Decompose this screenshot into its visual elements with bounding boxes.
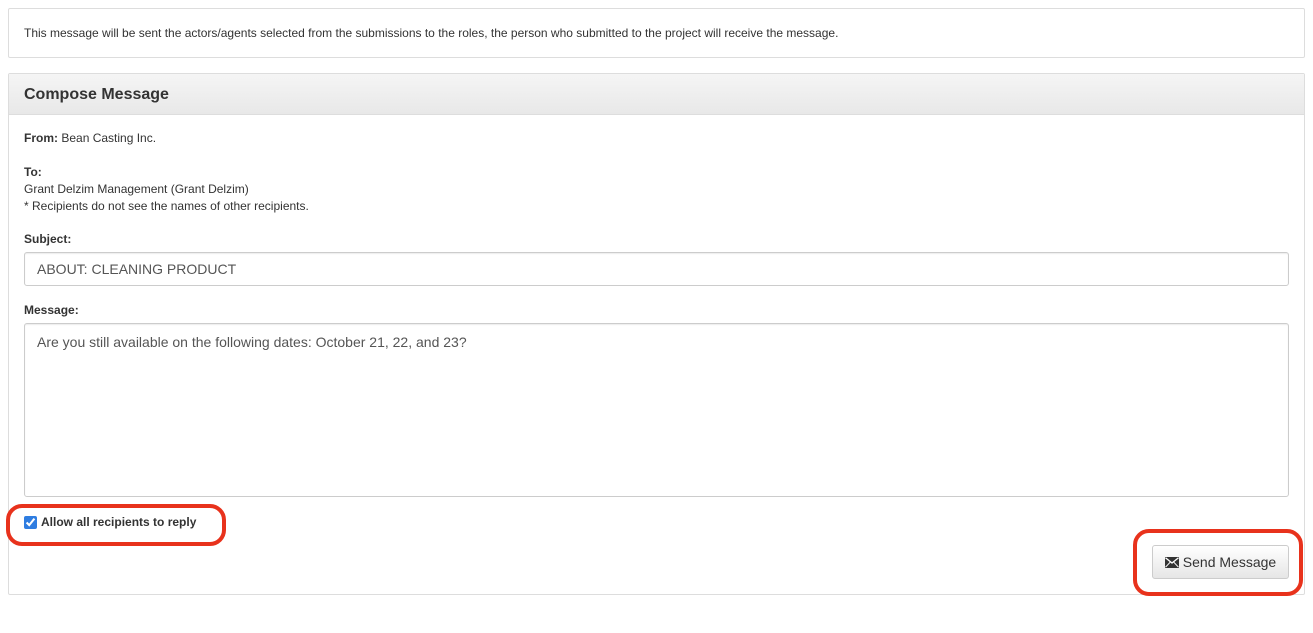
to-field: To: Grant Delzim Management (Grant Delzi… — [24, 164, 309, 215]
envelope-icon — [1164, 556, 1179, 568]
to-value: Grant Delzim Management (Grant Delzim) — [24, 182, 249, 196]
message-label: Message: — [24, 303, 79, 317]
message-textarea[interactable]: Are you still available on the following… — [24, 323, 1289, 497]
info-text: This message will be sent the actors/age… — [24, 26, 839, 40]
from-label: From: — [24, 131, 58, 145]
from-field: From: Bean Casting Inc. — [24, 130, 156, 147]
subject-label: Subject: — [24, 232, 72, 246]
compose-title: Compose Message — [24, 86, 169, 103]
to-label: To: — [24, 165, 42, 179]
allow-reply-checkbox[interactable] — [24, 515, 37, 529]
to-note: * Recipients do not see the names of oth… — [24, 199, 309, 213]
from-value: Bean Casting Inc. — [61, 131, 157, 145]
compose-panel: Compose Message From: Bean Casting Inc. … — [8, 73, 1305, 595]
allow-reply-label: Allow all recipients to reply — [41, 515, 197, 529]
send-message-button[interactable]: Send Message — [1152, 545, 1289, 579]
compose-header: Compose Message — [9, 74, 1304, 115]
allow-reply-option[interactable]: Allow all recipients to reply — [24, 515, 196, 529]
subject-input[interactable] — [24, 252, 1289, 286]
send-message-label: Send Message — [1182, 554, 1277, 570]
info-panel: This message will be sent the actors/age… — [8, 8, 1305, 58]
